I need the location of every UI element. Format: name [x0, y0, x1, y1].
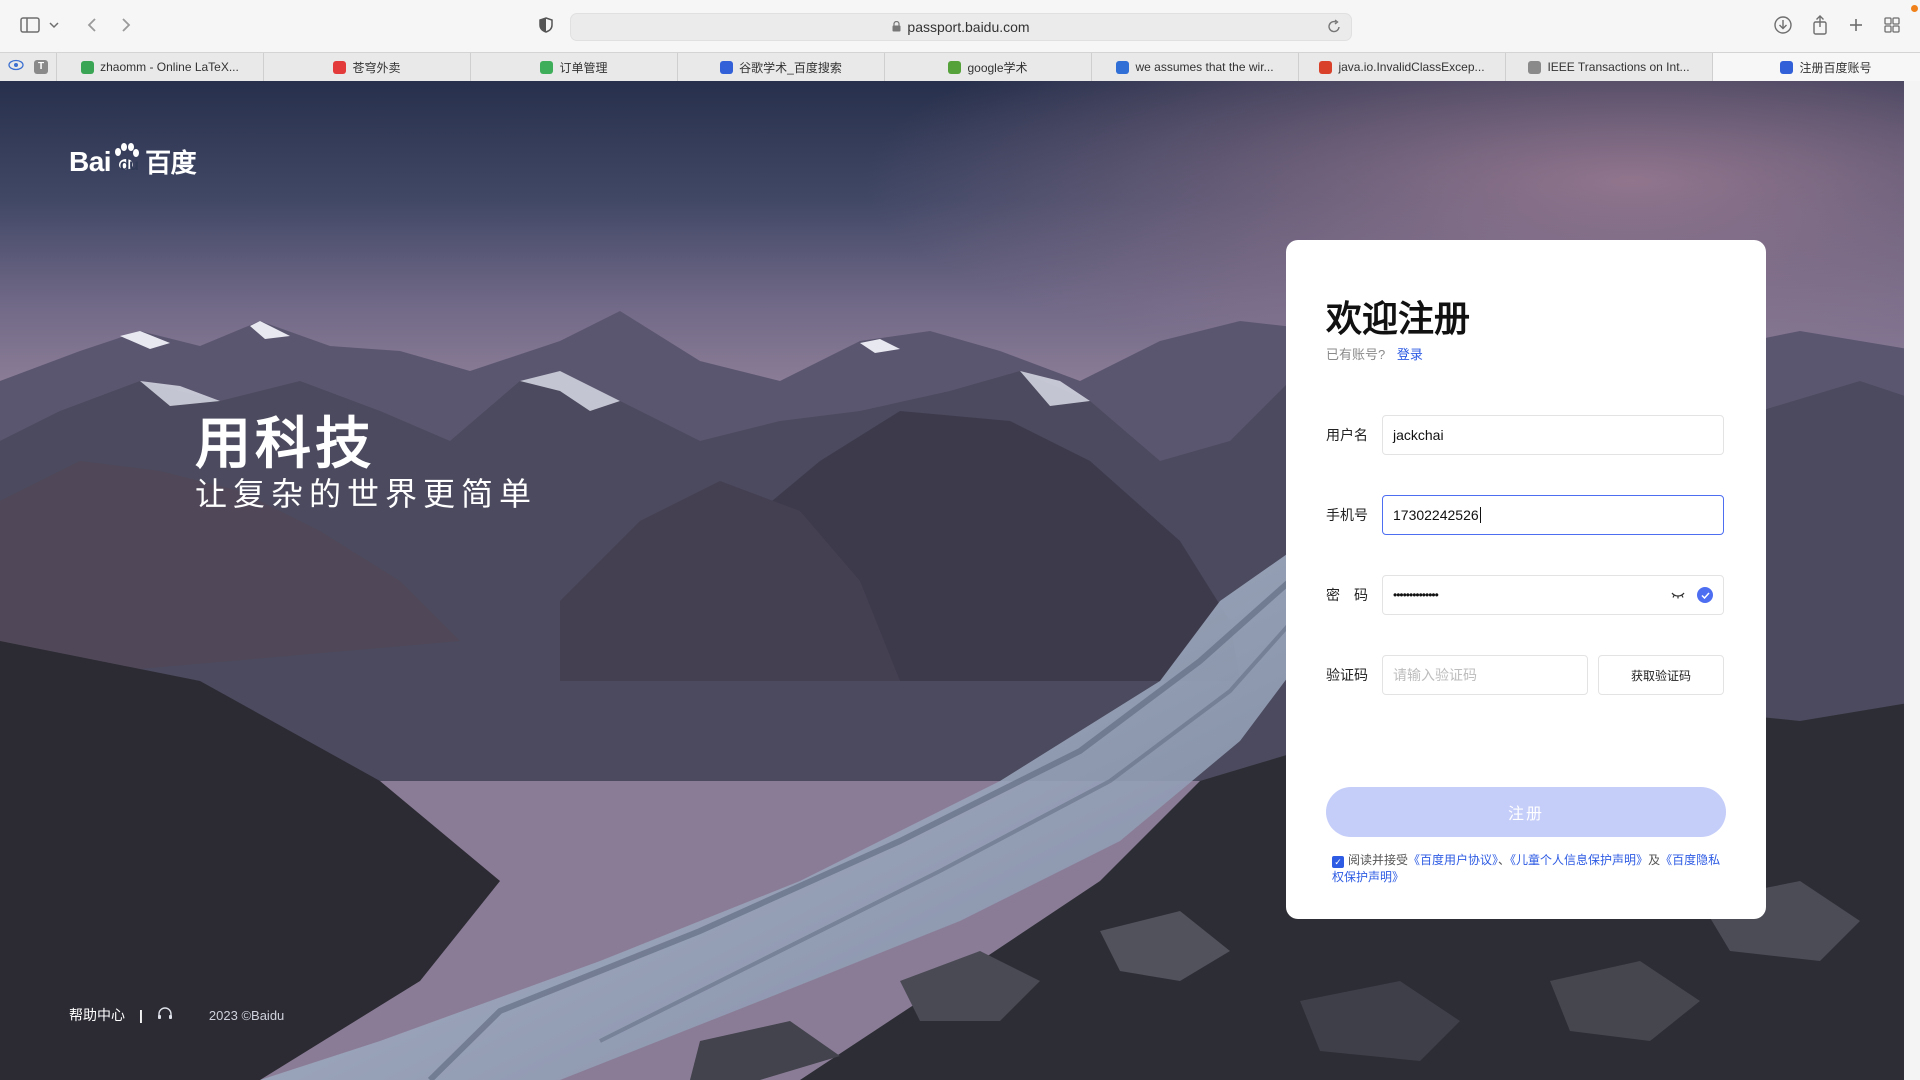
page-footer: 帮助中心 | 2023 ©Baidu	[69, 1005, 284, 1025]
browser-toolbar: passport.baidu.com	[0, 0, 1920, 52]
page-background: Bai du 百度 用科技 让复杂的世界更简单 帮助中心 | 2023 ©Bai…	[0, 81, 1920, 1080]
browser-tab[interactable]: IEEE Transactions on Int...	[1505, 53, 1712, 81]
have-account-text: 已有账号?	[1326, 347, 1386, 362]
valid-check-icon	[1697, 587, 1713, 603]
agree-prefix: 阅读并接受	[1348, 853, 1409, 867]
tab-title: 谷歌学术_百度搜索	[739, 60, 842, 75]
browser-tab[interactable]: 苍穹外卖	[263, 53, 470, 81]
child-privacy-link[interactable]: 《儿童个人信息保护声明》	[1510, 853, 1648, 867]
tab-group-icon[interactable]: T	[34, 60, 48, 74]
privacy-shield-icon[interactable]	[532, 12, 560, 38]
agree-separator: 、	[1498, 853, 1511, 867]
reload-icon[interactable]	[1328, 19, 1341, 36]
tab-favicon-icon	[540, 60, 554, 74]
browser-tab[interactable]: google学术	[884, 53, 1091, 81]
tab-list: zhaomm - Online LaTeX... 苍穹外卖 订单管理 谷歌学术_百度搜…	[56, 53, 1920, 81]
username-value: jackchai	[1393, 427, 1444, 443]
username-label: 用户名	[1326, 427, 1368, 443]
browser-tab[interactable]: java.io.InvalidClassExcep...	[1298, 53, 1505, 81]
have-account-line: 已有账号? 登录	[1326, 344, 1423, 363]
tab-bar-leading: T	[0, 53, 56, 81]
hero-subtitle: 让复杂的世界更简单	[195, 476, 538, 512]
username-row: 用户名 jackchai	[1326, 415, 1726, 455]
browser-tab[interactable]: 谷歌学术_百度搜索	[677, 53, 884, 81]
code-label: 验证码	[1326, 667, 1368, 683]
text-caret	[1479, 507, 1481, 523]
verification-code-row: 验证码 请输入验证码 获取验证码	[1326, 655, 1726, 695]
password-value: ••••••••••••••	[1393, 588, 1439, 602]
tab-favicon-icon	[81, 60, 95, 74]
share-icon[interactable]	[1806, 12, 1834, 38]
code-placeholder: 请输入验证码	[1393, 667, 1477, 683]
agree-and: 及	[1648, 853, 1661, 867]
register-title: 欢迎注册	[1326, 298, 1471, 339]
chevron-down-icon[interactable]	[46, 12, 62, 38]
phone-row: 手机号 17302242526	[1326, 495, 1726, 535]
tab-overview-icon[interactable]	[1878, 12, 1906, 38]
register-card: 欢迎注册 已有账号? 登录 用户名 jackchai 手机号 173022425…	[1286, 240, 1766, 919]
browser-tab[interactable]: 订单管理	[470, 53, 677, 81]
phone-label: 手机号	[1326, 507, 1368, 523]
copyright-text: 2023 ©Baidu	[208, 1007, 285, 1023]
tab-title: 注册百度账号	[1799, 60, 1872, 75]
tab-title: 苍穹外卖	[352, 60, 401, 75]
tab-favicon-icon	[1319, 60, 1333, 74]
tab-favicon-icon	[1528, 60, 1542, 74]
phone-value: 17302242526	[1393, 507, 1479, 523]
tab-bar: T zhaomm - Online LaTeX... 苍穹外卖 订单管理 谷歌学术_百…	[0, 52, 1920, 82]
logo-text-chinese: 百度	[145, 148, 197, 178]
tab-title: IEEE Transactions on Int...	[1547, 60, 1690, 74]
tab-favicon-icon	[1780, 60, 1794, 74]
lock-icon	[892, 19, 901, 35]
tab-title: zhaomm - Online LaTeX...	[100, 60, 239, 74]
tab-favicon-icon	[333, 60, 347, 74]
get-code-button[interactable]: 获取验证码	[1598, 655, 1724, 695]
password-row: 密 码 ••••••••••••••	[1326, 575, 1726, 615]
browser-tab[interactable]: 注册百度账号	[1712, 53, 1920, 81]
password-input[interactable]: ••••••••••••••	[1382, 575, 1724, 615]
browser-tab[interactable]: zhaomm - Online LaTeX...	[56, 53, 263, 81]
tab-favicon-icon	[1116, 60, 1130, 74]
eye-closed-icon[interactable]	[1671, 588, 1685, 602]
forward-icon[interactable]	[112, 12, 140, 38]
browser-tab[interactable]: we assumes that the wir...	[1091, 53, 1298, 81]
login-link[interactable]: 登录	[1397, 347, 1423, 362]
logo-text-du: du	[119, 156, 139, 174]
url-text: passport.baidu.com	[907, 19, 1030, 35]
headset-icon[interactable]	[157, 1006, 173, 1025]
help-center-link[interactable]: 帮助中心	[69, 1005, 125, 1025]
new-tab-icon[interactable]	[1842, 12, 1870, 38]
back-icon[interactable]	[78, 12, 106, 38]
agree-checkbox[interactable]: ✓	[1332, 856, 1344, 868]
reading-list-icon[interactable]	[8, 58, 24, 76]
download-icon[interactable]	[1769, 12, 1797, 38]
register-button[interactable]: 注册	[1326, 787, 1726, 837]
baidu-logo[interactable]: Bai du 百度	[69, 143, 197, 180]
tab-favicon-icon	[720, 60, 734, 74]
footer-separator: |	[139, 1007, 143, 1023]
notification-dot	[1911, 5, 1918, 12]
password-label: 密 码	[1326, 587, 1368, 603]
username-input[interactable]: jackchai	[1382, 415, 1724, 455]
address-bar[interactable]: passport.baidu.com	[570, 13, 1352, 41]
tab-title: google学术	[967, 60, 1028, 75]
agreement-line: ✓ 阅读并接受《百度用户协议》、《儿童个人信息保护声明》及《百度隐私权保护声明》	[1332, 852, 1726, 886]
tab-favicon-icon	[948, 60, 962, 74]
logo-text-bai: Bai	[69, 145, 112, 177]
password-icons	[1671, 587, 1713, 603]
phone-input[interactable]: 17302242526	[1382, 495, 1724, 535]
hero-title: 用科技	[195, 412, 375, 475]
tab-title: we assumes that the wir...	[1135, 60, 1274, 74]
verification-code-input[interactable]: 请输入验证码	[1382, 655, 1588, 695]
user-agreement-link[interactable]: 《百度用户协议》	[1408, 853, 1498, 867]
tab-title: 订单管理	[559, 60, 608, 75]
sidebar-toggle-icon[interactable]	[16, 12, 44, 38]
tab-title: java.io.InvalidClassExcep...	[1338, 60, 1485, 74]
